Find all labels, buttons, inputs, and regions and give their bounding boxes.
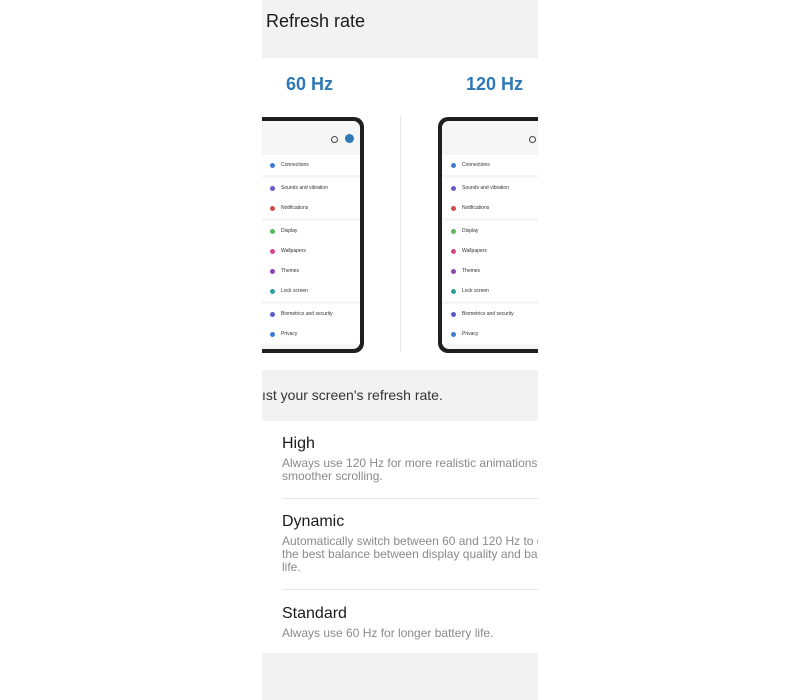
- menu-item-icon: [451, 268, 456, 274]
- menu-item: Notifications: [262, 198, 360, 218]
- menu-item-icon: [451, 162, 456, 168]
- page-title: Refresh rate: [266, 11, 366, 31]
- menu-item: Display: [262, 221, 360, 241]
- menu-item-label: Privacy: [462, 331, 479, 337]
- option-high[interactable]: High Always use 120 Hz for more realisti…: [282, 435, 538, 483]
- menu-item-label: Lock screen: [281, 288, 308, 294]
- menu-item-label: Connections: [462, 162, 490, 168]
- option-dynamic[interactable]: Dynamic Automatically switch between 60 …: [282, 513, 538, 574]
- menu-item-label: Display: [281, 228, 298, 234]
- menu-item-icon: [451, 228, 456, 234]
- settings-menu-preview: Connections Sounds and vibration Notificat…: [262, 155, 360, 344]
- menu-item-label: Biometrics and security: [281, 311, 333, 317]
- menu-group: Display Wallpapers Themes Lock screen: [262, 221, 360, 301]
- menu-group: Connections: [262, 155, 360, 175]
- preview-label-120hz: 120 Hz: [466, 74, 524, 94]
- menu-item-label: Privacy: [281, 331, 298, 337]
- refresh-rate-description: ıst your screen's refresh rate.: [262, 387, 443, 403]
- option-description: Always use 60 Hz for longer battery life…: [282, 626, 494, 640]
- refresh-rate-screen: Refresh rate 60 Hz 120 Hz Connections Sou…: [262, 0, 538, 700]
- menu-item-label: Wallpapers: [281, 248, 306, 254]
- menu-item-label: Themes: [462, 268, 481, 274]
- menu-item-icon: [451, 311, 456, 317]
- preview-divider: [400, 116, 401, 352]
- phone-preview-120hz: Connections Sounds and vibration Notificat…: [438, 117, 538, 353]
- phone-screen: Connections Sounds and vibration Notificat…: [442, 121, 538, 349]
- menu-item: Themes: [262, 261, 360, 281]
- menu-item: Connections: [262, 155, 360, 175]
- menu-item: Lock screen: [442, 281, 538, 301]
- settings-menu-preview: Connections Sounds and vibration Notificat…: [442, 155, 538, 344]
- menu-item-icon: [270, 162, 275, 168]
- menu-item: Lock screen: [262, 281, 360, 301]
- menu-item-label: Connections: [281, 162, 309, 168]
- option-title: Dynamic: [282, 513, 345, 530]
- refresh-rate-options: High Always use 120 Hz for more realisti…: [262, 421, 538, 653]
- menu-item: Sounds and vibration: [442, 178, 538, 198]
- menu-item: Notifications: [442, 198, 538, 218]
- option-title: Standard: [282, 605, 347, 622]
- menu-group: Biometrics and security Privacy: [442, 304, 538, 344]
- search-icon: [331, 136, 338, 143]
- menu-item: Wallpapers: [262, 241, 360, 261]
- menu-item-label: Sounds and vibration: [462, 185, 509, 191]
- menu-item: Display: [442, 221, 538, 241]
- menu-item-label: Wallpapers: [462, 248, 487, 254]
- menu-item: Connections: [442, 155, 538, 175]
- menu-item: Privacy: [442, 324, 538, 344]
- menu-group: Biometrics and security Privacy: [262, 304, 360, 344]
- menu-item-icon: [270, 311, 275, 317]
- menu-item: Biometrics and security: [442, 304, 538, 324]
- menu-item-icon: [451, 185, 456, 191]
- phone-screen: Connections Sounds and vibration Notificat…: [262, 121, 360, 349]
- menu-item-icon: [270, 331, 275, 337]
- menu-item: Wallpapers: [442, 241, 538, 261]
- menu-item-icon: [270, 248, 275, 254]
- refresh-rate-preview: 60 Hz 120 Hz Connections Sounds and vibra…: [262, 58, 538, 370]
- menu-item-icon: [270, 228, 275, 234]
- menu-group: Sounds and vibration Notifications: [262, 178, 360, 218]
- menu-group: Connections: [442, 155, 538, 175]
- preview-label-60hz: 60 Hz: [286, 74, 334, 94]
- menu-item: Themes: [442, 261, 538, 281]
- menu-item-label: Notifications: [281, 205, 309, 211]
- menu-item-label: Themes: [281, 268, 300, 274]
- option-description: Always use 120 Hz for more realistic ani…: [282, 456, 538, 483]
- menu-item: Sounds and vibration: [262, 178, 360, 198]
- search-icon: [529, 136, 536, 143]
- menu-item-icon: [270, 185, 275, 191]
- menu-item-icon: [270, 205, 275, 211]
- option-divider: [282, 589, 538, 590]
- menu-item-label: Display: [462, 228, 479, 234]
- avatar-icon: [345, 134, 354, 143]
- menu-group: Sounds and vibration Notifications: [442, 178, 538, 218]
- menu-item-label: Notifications: [462, 205, 490, 211]
- option-title: High: [282, 435, 315, 452]
- menu-item-icon: [270, 268, 275, 274]
- menu-item: Biometrics and security: [262, 304, 360, 324]
- phone-header: [442, 121, 538, 155]
- phone-preview-60hz: Connections Sounds and vibration Notificat…: [262, 117, 364, 353]
- menu-item-label: Biometrics and security: [462, 311, 514, 317]
- phone-header: [262, 121, 360, 155]
- menu-item-icon: [451, 288, 456, 294]
- menu-group: Display Wallpapers Themes Lock screen: [442, 221, 538, 301]
- menu-item-icon: [451, 248, 456, 254]
- menu-item-label: Lock screen: [462, 288, 489, 294]
- menu-item-icon: [451, 331, 456, 337]
- menu-item-label: Sounds and vibration: [281, 185, 328, 191]
- menu-item-icon: [451, 205, 456, 211]
- option-description: Automatically switch between 60 and 120 …: [282, 534, 538, 574]
- menu-item: Privacy: [262, 324, 360, 344]
- option-divider: [282, 498, 538, 499]
- option-standard[interactable]: Standard Always use 60 Hz for longer bat…: [282, 605, 538, 640]
- menu-item-icon: [270, 288, 275, 294]
